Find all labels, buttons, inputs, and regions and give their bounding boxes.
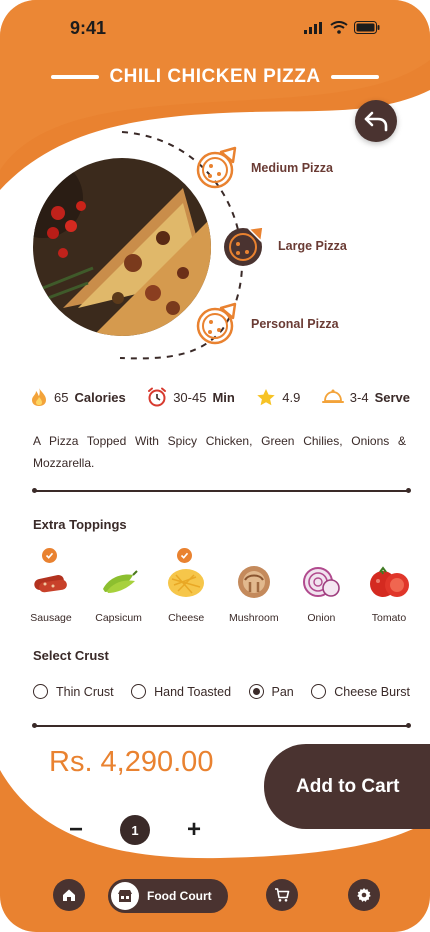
toppings-list: Sausage Capsicum Cheese Mushroom Onion T… xyxy=(20,548,420,624)
price: Rs. 4,290.00 xyxy=(49,746,214,778)
page-title: CHILI CHICKEN PIZZA xyxy=(109,66,321,87)
topping-mushroom[interactable]: Mushroom xyxy=(223,560,285,624)
topping-tomato[interactable]: Tomato xyxy=(358,560,420,624)
crust-options: Thin Crust Hand Toasted Pan Cheese Burst xyxy=(33,684,410,699)
pizza-illustration xyxy=(33,158,211,336)
stat-rating: 4.9 xyxy=(256,388,300,407)
nav-food-court-button[interactable]: Food Court xyxy=(108,879,228,913)
title-line-right xyxy=(330,75,379,79)
calories-value: 65 xyxy=(54,389,69,405)
topping-capsicum[interactable]: Capsicum xyxy=(88,560,150,624)
decrease-button[interactable]: − xyxy=(64,816,88,844)
crust-option-cheese-burst[interactable]: Cheese Burst xyxy=(311,684,410,699)
pizza-description: A Pizza Topped With Spicy Chicken, Green… xyxy=(33,434,406,470)
serving-dish-icon xyxy=(321,389,344,403)
nav-home-button[interactable] xyxy=(53,879,85,911)
wifi-icon xyxy=(330,21,348,34)
back-button[interactable] xyxy=(355,100,397,142)
home-icon xyxy=(63,889,75,901)
divider xyxy=(32,488,411,493)
size-label: Medium Pizza xyxy=(251,161,333,175)
topping-name: Mushroom xyxy=(228,612,279,624)
large-pizza-icon xyxy=(222,224,266,268)
size-label: Large Pizza xyxy=(278,239,347,253)
rating-value: 4.9 xyxy=(282,389,301,405)
nav-active-label: Food Court xyxy=(147,889,212,903)
time-value: 30-45 xyxy=(173,389,207,405)
stat-time: 30-45 Min xyxy=(147,387,235,407)
crust-option-pan[interactable]: Pan xyxy=(248,684,294,699)
status-bar: 9:41 xyxy=(0,18,430,42)
crust-label: Cheese Burst xyxy=(334,684,410,699)
sausage-icon xyxy=(29,560,73,604)
increase-button[interactable]: + xyxy=(182,816,206,844)
serve-label: Serve xyxy=(374,389,410,405)
size-option-personal[interactable]: Personal Pizza xyxy=(195,302,339,346)
crust-option-thin[interactable]: Thin Crust xyxy=(33,684,114,699)
quantity-value: 1 xyxy=(120,815,150,845)
flame-icon xyxy=(32,388,46,406)
alarm-clock-icon xyxy=(148,387,167,407)
crust-label: Hand Toasted xyxy=(154,684,232,699)
star-icon xyxy=(257,388,275,405)
radio-button[interactable] xyxy=(33,684,48,699)
topping-name: Tomato xyxy=(371,612,407,624)
bottom-nav: Food Court xyxy=(0,879,430,913)
medium-pizza-icon xyxy=(195,146,239,190)
quantity-stepper: − 1 + xyxy=(64,815,206,845)
crust-label: Pan xyxy=(271,684,294,699)
topping-name: Cheese xyxy=(168,612,205,624)
radio-button[interactable] xyxy=(131,684,147,699)
onion-icon xyxy=(299,560,343,604)
topping-name: Onion xyxy=(307,612,336,624)
crust-option-hand-toasted[interactable]: Hand Toasted xyxy=(131,684,231,699)
app-screen: 9:41 CHILI CHICKEN PIZZA Medium Pizza La… xyxy=(0,0,430,932)
topping-name: Capsicum xyxy=(95,612,142,624)
cart-icon xyxy=(275,888,290,902)
radio-button[interactable] xyxy=(311,684,327,699)
capsicum-icon xyxy=(97,560,141,604)
radio-button-selected[interactable] xyxy=(248,684,264,699)
settings-icon xyxy=(357,888,371,902)
status-time: 9:41 xyxy=(70,18,107,38)
title-line-left xyxy=(51,75,100,79)
page-header: CHILI CHICKEN PIZZA xyxy=(0,66,430,88)
toppings-title: Extra Toppings xyxy=(33,517,127,532)
serve-value: 3-4 xyxy=(349,389,369,405)
topping-sausage[interactable]: Sausage xyxy=(20,548,82,624)
stat-serve: 3-4 Serve xyxy=(321,388,410,406)
crust-label: Thin Crust xyxy=(56,684,114,699)
topping-cheese[interactable]: Cheese xyxy=(155,548,217,624)
add-to-cart-button[interactable]: Add to Cart xyxy=(264,744,430,829)
nav-cart-button[interactable] xyxy=(266,879,298,911)
crust-title: Select Crust xyxy=(33,648,109,663)
stats-row: 65 Calories 30-45 Min 4.9 3-4 Serve xyxy=(30,387,410,407)
time-label: Min xyxy=(212,389,235,405)
tomato-icon xyxy=(367,560,411,604)
topping-name: Sausage xyxy=(30,612,72,624)
mushroom-icon xyxy=(232,560,276,604)
food-court-icon xyxy=(111,882,139,910)
cheese-icon xyxy=(164,560,208,604)
size-option-large[interactable]: Large Pizza xyxy=(222,224,347,268)
signal-icon xyxy=(304,21,322,34)
calories-label: Calories xyxy=(74,389,126,405)
size-label: Personal Pizza xyxy=(251,317,339,331)
back-arrow-icon xyxy=(364,111,388,132)
divider xyxy=(32,723,411,728)
personal-pizza-icon xyxy=(195,302,239,346)
pizza-image xyxy=(33,158,211,336)
size-option-medium[interactable]: Medium Pizza xyxy=(195,146,333,190)
nav-settings-button[interactable] xyxy=(348,879,380,911)
battery-icon xyxy=(354,21,380,34)
stat-calories: 65 Calories xyxy=(30,387,126,407)
topping-onion[interactable]: Onion xyxy=(290,560,352,624)
check-icon xyxy=(42,548,57,563)
